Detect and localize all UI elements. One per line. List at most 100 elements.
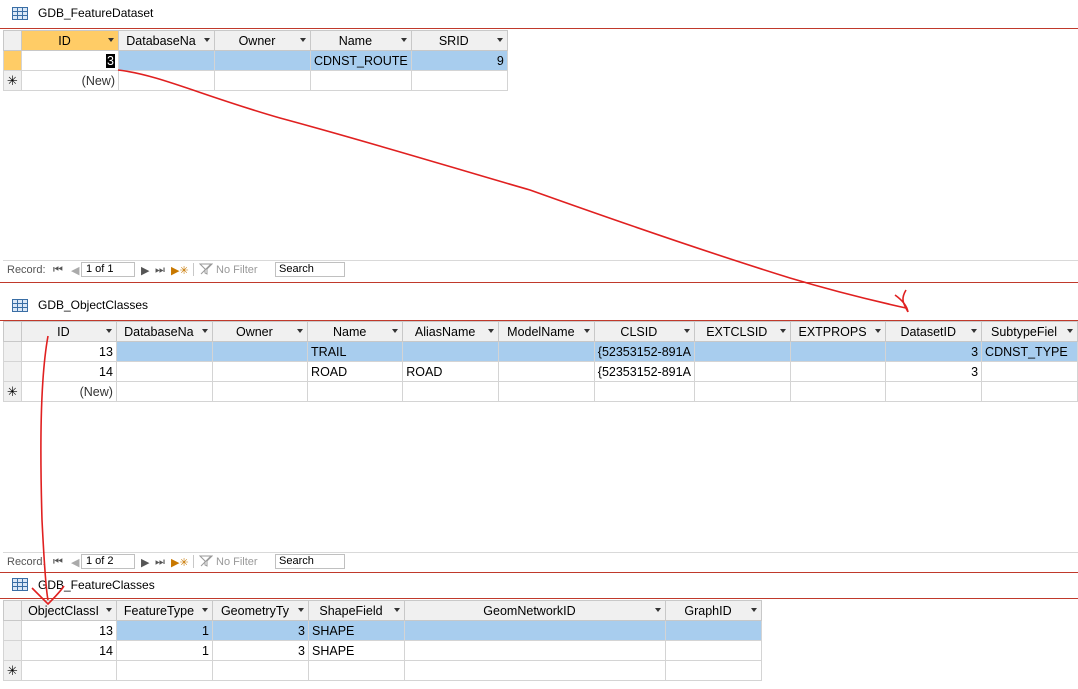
table-cell[interactable] — [981, 361, 1078, 382]
table-cell[interactable] — [497, 381, 595, 402]
table-cell[interactable] — [885, 381, 983, 402]
table-cell[interactable] — [789, 341, 887, 362]
new-record-row[interactable]: ✳ (New) — [3, 381, 1078, 402]
table-cell[interactable]: {52353152-891A — [593, 361, 695, 382]
table-cell[interactable] — [402, 381, 499, 402]
table-cell[interactable] — [693, 361, 791, 382]
chevron-down-icon[interactable] — [201, 329, 208, 333]
chevron-down-icon[interactable] — [779, 329, 786, 333]
chevron-down-icon[interactable] — [971, 329, 978, 333]
table-cell[interactable] — [211, 341, 309, 362]
table-cell[interactable] — [21, 660, 117, 681]
table-cell[interactable]: CDNST_ROUTE — [310, 50, 412, 71]
column-header[interactable]: Owner — [211, 321, 309, 342]
chevron-down-icon[interactable] — [496, 38, 503, 42]
table-cell[interactable] — [115, 381, 213, 402]
record-position-input[interactable]: 1 of 1 — [81, 262, 135, 277]
chevron-down-icon[interactable] — [583, 329, 590, 333]
table-row[interactable]: 14 ROAD ROAD {52353152-891A 3 — [3, 361, 1078, 382]
chevron-down-icon[interactable] — [106, 608, 112, 612]
table-cell[interactable] — [211, 361, 309, 382]
table-cell[interactable] — [214, 50, 311, 71]
row-selector[interactable] — [3, 361, 22, 382]
table-cell[interactable]: 3 — [885, 341, 983, 362]
chevron-down-icon[interactable] — [683, 329, 690, 333]
table-cell[interactable] — [214, 70, 311, 91]
chevron-down-icon[interactable] — [400, 38, 407, 42]
prev-record-icon[interactable]: ◀ — [71, 264, 79, 277]
table-cell[interactable] — [115, 361, 213, 382]
new-row-label[interactable]: (New) — [20, 381, 117, 402]
new-record-icon[interactable]: ▶✳ — [171, 556, 189, 569]
column-header[interactable]: ID — [21, 30, 119, 51]
table-cell[interactable] — [116, 660, 213, 681]
select-all-corner[interactable] — [3, 30, 22, 51]
table-cell[interactable] — [118, 50, 215, 71]
table-cell[interactable]: SHAPE — [308, 620, 405, 641]
new-record-row[interactable]: ✳ (New) — [3, 70, 508, 91]
table-row[interactable]: 13 1 3 SHAPE — [3, 620, 762, 641]
chevron-down-icon[interactable] — [297, 329, 304, 333]
table-row[interactable]: 13 TRAIL {52353152-891A 3 CDNST_TYPE — [3, 341, 1078, 362]
table-cell[interactable]: 14 — [20, 361, 117, 382]
table-cell[interactable]: 1 — [116, 620, 213, 641]
table-cell[interactable]: 3 — [212, 640, 309, 661]
column-header[interactable]: DatabaseNa — [118, 30, 215, 51]
table-cell[interactable] — [665, 660, 762, 681]
table-cell[interactable]: 14 — [21, 640, 117, 661]
table-cell[interactable] — [665, 640, 762, 661]
new-record-icon[interactable]: ▶✳ — [171, 264, 189, 277]
search-input[interactable]: Search — [275, 262, 345, 277]
table-cell[interactable]: 3 — [21, 50, 119, 71]
table-cell[interactable] — [497, 361, 595, 382]
new-row-label[interactable]: (New) — [21, 70, 119, 91]
chevron-down-icon[interactable] — [298, 608, 304, 612]
column-header[interactable]: Name — [307, 321, 404, 342]
table-cell[interactable]: 13 — [20, 341, 117, 362]
chevron-down-icon[interactable] — [392, 329, 399, 333]
table-cell[interactable]: CDNST_TYPE — [981, 341, 1078, 362]
object-classes-title-bar[interactable]: GDB_ObjectClasses — [0, 292, 1078, 320]
table-cell[interactable] — [402, 341, 499, 362]
row-selector[interactable] — [3, 341, 22, 362]
table-cell[interactable] — [693, 341, 791, 362]
chevron-down-icon[interactable] — [300, 38, 306, 42]
table-cell[interactable]: 13 — [21, 620, 117, 641]
chevron-down-icon[interactable] — [751, 608, 757, 612]
prev-record-icon[interactable]: ◀ — [71, 556, 79, 569]
table-cell[interactable] — [212, 660, 309, 681]
column-header[interactable]: ShapeField — [308, 600, 405, 621]
chevron-down-icon[interactable] — [204, 38, 210, 42]
chevron-down-icon[interactable] — [394, 608, 400, 612]
table-cell[interactable]: TRAIL — [307, 341, 404, 362]
record-position-input[interactable]: 1 of 2 — [81, 554, 135, 569]
next-record-icon[interactable]: ▶ — [141, 264, 149, 277]
first-record-icon[interactable]: ⏮ — [53, 264, 63, 277]
row-selector[interactable] — [3, 620, 22, 641]
column-header[interactable]: SubtypeFiel — [981, 321, 1078, 342]
table-cell[interactable] — [693, 381, 791, 402]
column-header[interactable]: Owner — [214, 30, 311, 51]
feature-dataset-title-bar[interactable]: GDB_FeatureDataset — [0, 0, 1078, 28]
chevron-down-icon[interactable] — [1067, 329, 1073, 333]
table-cell[interactable]: {52353152-891A — [593, 341, 695, 362]
table-cell[interactable]: ROAD — [307, 361, 404, 382]
table-cell[interactable] — [310, 70, 412, 91]
column-header[interactable]: CLSID — [593, 321, 695, 342]
table-cell[interactable] — [308, 660, 405, 681]
row-selector[interactable] — [3, 50, 22, 71]
new-record-row[interactable]: ✳ — [3, 660, 762, 681]
table-cell[interactable] — [665, 620, 762, 641]
filter-status[interactable]: No Filter — [216, 556, 258, 568]
table-cell[interactable] — [789, 361, 887, 382]
column-header[interactable]: AliasName — [402, 321, 499, 342]
chevron-down-icon[interactable] — [487, 329, 494, 333]
table-cell[interactable] — [211, 381, 309, 402]
column-header[interactable]: GeomNetworkID — [404, 600, 666, 621]
table-cell[interactable]: 3 — [885, 361, 983, 382]
table-cell[interactable] — [789, 381, 887, 402]
table-cell[interactable]: ROAD — [402, 361, 499, 382]
search-input[interactable]: Search — [275, 554, 345, 569]
select-all-corner[interactable] — [3, 600, 22, 621]
column-header[interactable]: FeatureType — [116, 600, 213, 621]
